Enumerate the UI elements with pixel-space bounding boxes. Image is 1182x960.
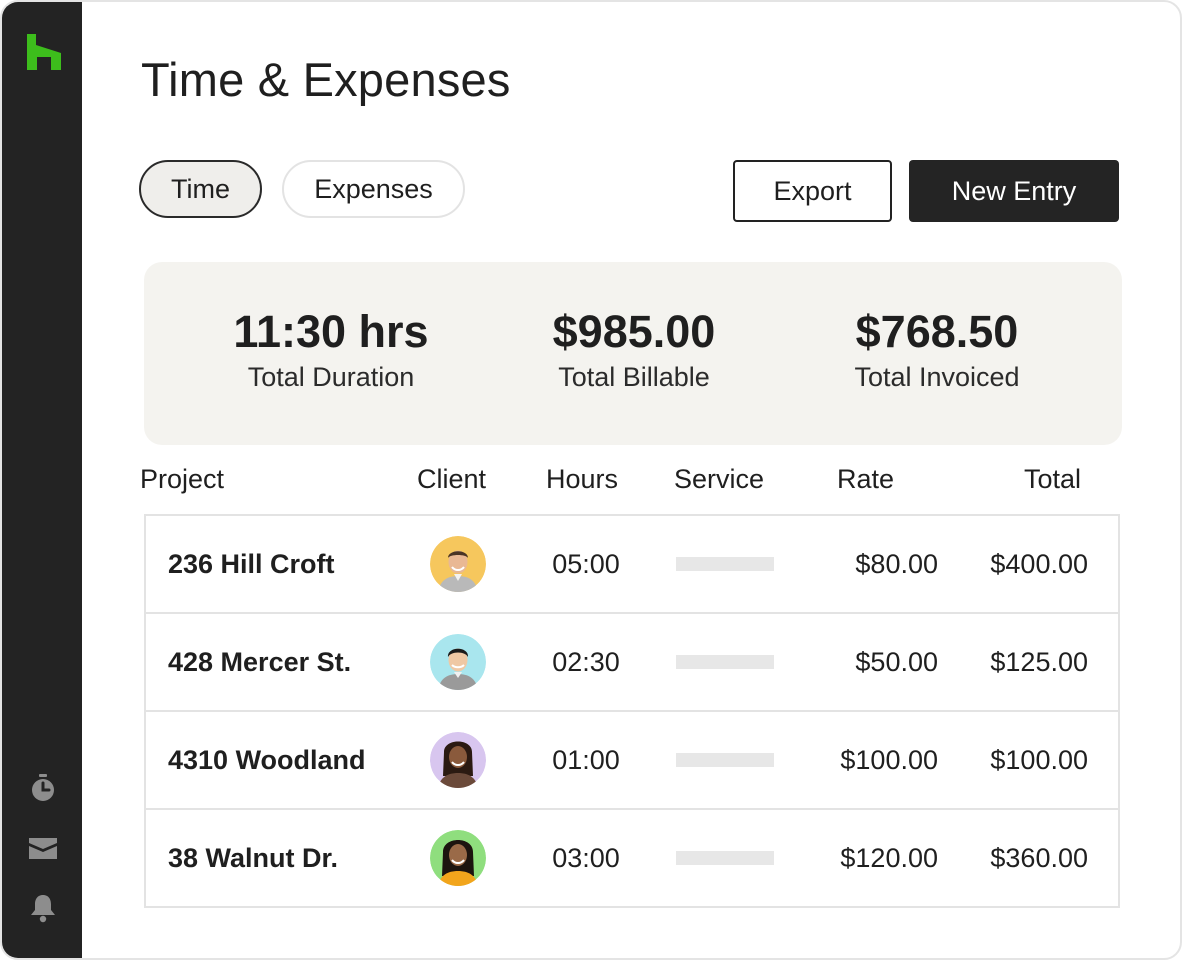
sidebar	[2, 2, 82, 958]
service-cell	[676, 712, 774, 808]
client-cell	[430, 712, 486, 808]
hours-value: 05:00	[552, 548, 620, 579]
table-row[interactable]: 38 Walnut Dr. 03:00 $120.00 $360.00	[146, 810, 1118, 906]
bell-icon[interactable]	[26, 891, 60, 925]
stat-value: $985.00	[552, 306, 716, 357]
client-avatar[interactable]	[430, 634, 486, 690]
tab-time-label: Time	[171, 173, 230, 204]
tab-expenses[interactable]: Expenses	[282, 160, 465, 218]
app-window: Time & Expenses Time Expenses Export New…	[0, 0, 1182, 960]
hours-value: 01:00	[552, 744, 620, 775]
client-avatar[interactable]	[430, 830, 486, 886]
total-value: $100.00	[990, 744, 1088, 775]
rate-value: $80.00	[855, 548, 938, 579]
export-button[interactable]: Export	[733, 160, 892, 222]
inbox-icon[interactable]	[26, 831, 60, 865]
service-placeholder	[676, 753, 774, 767]
column-header-rate[interactable]: Rate	[837, 464, 894, 495]
service-cell	[676, 516, 774, 612]
tab-expenses-label: Expenses	[314, 173, 433, 204]
stat-label: Total Invoiced	[854, 362, 1020, 392]
column-header-client[interactable]: Client	[417, 464, 486, 495]
total-value: $125.00	[990, 646, 1088, 677]
new-entry-button[interactable]: New Entry	[909, 160, 1119, 222]
service-cell	[676, 614, 774, 710]
summary-panel: 11:30 hrs Total Duration $985.00 Total B…	[144, 262, 1122, 445]
hours-value: 02:30	[552, 646, 620, 677]
stat-label: Total Duration	[247, 362, 415, 392]
client-cell	[430, 516, 486, 612]
entries-table: 236 Hill Croft 05:00 $80.00 $400.00 428 …	[144, 514, 1120, 908]
table-header: Project Client Hours Service Rate Total	[82, 464, 1180, 504]
column-header-hours[interactable]: Hours	[546, 464, 618, 495]
service-placeholder	[676, 557, 774, 571]
table-row[interactable]: 428 Mercer St. 02:30 $50.00 $125.00	[146, 614, 1118, 712]
client-cell	[430, 614, 486, 710]
total-value: $360.00	[990, 842, 1088, 873]
service-cell	[676, 810, 774, 906]
hours-value: 03:00	[552, 842, 620, 873]
main-content: Time & Expenses Time Expenses Export New…	[82, 2, 1180, 958]
project-name: 236 Hill Croft	[168, 548, 335, 579]
home-logo-icon[interactable]	[27, 34, 61, 70]
total-value: $400.00	[990, 548, 1088, 579]
stat-total-duration: 11:30 hrs Total Duration	[174, 304, 488, 394]
stat-label: Total Billable	[558, 362, 710, 392]
stat-total-billable: $985.00 Total Billable	[477, 304, 791, 394]
stopwatch-icon[interactable]	[26, 771, 60, 805]
tab-time[interactable]: Time	[139, 160, 262, 218]
stat-value: $768.50	[855, 306, 1019, 357]
project-name: 428 Mercer St.	[168, 646, 352, 677]
table-row[interactable]: 236 Hill Croft 05:00 $80.00 $400.00	[146, 516, 1118, 614]
page-title: Time & Expenses	[141, 53, 511, 106]
client-cell	[430, 810, 486, 906]
rate-value: $50.00	[855, 646, 938, 677]
column-header-project[interactable]: Project	[140, 464, 224, 495]
project-name: 38 Walnut Dr.	[168, 842, 339, 873]
service-placeholder	[676, 851, 774, 865]
client-avatar[interactable]	[430, 732, 486, 788]
rate-value: $100.00	[840, 744, 938, 775]
table-row[interactable]: 4310 Woodland 01:00 $100.00 $100.00	[146, 712, 1118, 810]
stat-value: 11:30 hrs	[233, 306, 429, 357]
project-name: 4310 Woodland	[168, 744, 366, 775]
service-placeholder	[676, 655, 774, 669]
stat-total-invoiced: $768.50 Total Invoiced	[780, 304, 1094, 394]
client-avatar[interactable]	[430, 536, 486, 592]
column-header-total[interactable]: Total	[1024, 464, 1081, 495]
column-header-service[interactable]: Service	[674, 464, 764, 495]
rate-value: $120.00	[840, 842, 938, 873]
